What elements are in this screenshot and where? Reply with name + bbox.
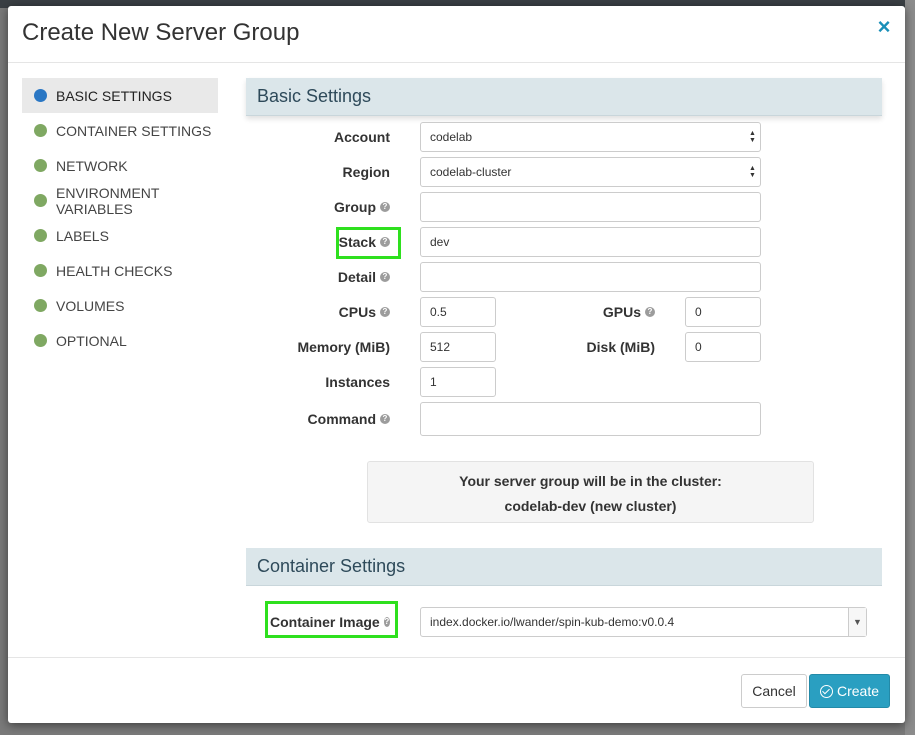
help-icon[interactable]: ? — [380, 272, 390, 282]
help-icon[interactable]: ? — [383, 617, 390, 627]
dot-icon — [34, 159, 47, 172]
command-textarea[interactable] — [420, 402, 761, 436]
detail-label: Detail? — [258, 262, 390, 292]
sidebar-item-label: HEALTH CHECKS — [56, 262, 173, 279]
help-icon[interactable]: ? — [380, 237, 390, 247]
sidebar-item-network[interactable]: NETWORK — [22, 148, 218, 183]
sidebar-item-label: VOLUMES — [56, 297, 125, 314]
cpus-label: CPUs? — [258, 297, 390, 327]
cluster-name: codelab-dev (new cluster) — [504, 498, 677, 514]
container-image-select[interactable]: index.docker.io/lwander/spin-kub-demo:v0… — [420, 607, 867, 637]
container-image-value: index.docker.io/lwander/spin-kub-demo:v0… — [430, 615, 675, 629]
memory-input[interactable]: 512 — [420, 332, 496, 362]
cancel-button[interactable]: Cancel — [741, 674, 807, 708]
command-label: Command? — [258, 402, 390, 436]
sidebar-item-label: ENVIRONMENT VARIABLES — [56, 184, 160, 217]
active-dot-icon — [34, 89, 47, 102]
dot-icon — [34, 299, 47, 312]
gpus-label: GPUs? — [548, 297, 655, 327]
instances-label: Instances — [325, 374, 390, 390]
help-icon[interactable]: ? — [380, 202, 390, 212]
help-icon[interactable]: ? — [380, 414, 390, 424]
select-arrows-icon: ▲ ▼ — [749, 165, 756, 179]
sidebar-item-container-settings[interactable]: CONTAINER SETTINGS — [22, 113, 218, 148]
sidebar-item-volumes[interactable]: VOLUMES — [22, 288, 218, 323]
account-label: Account — [334, 129, 390, 145]
region-select[interactable]: codelab-cluster ▲ ▼ — [420, 157, 761, 187]
instances-input[interactable]: 1 — [420, 367, 496, 397]
sidebar-item-label: BASIC SETTINGS — [56, 87, 172, 104]
select-arrows-icon: ▲ ▼ — [749, 130, 756, 144]
caret-down-icon[interactable]: ▼ — [848, 608, 866, 636]
background-overlay — [905, 0, 915, 735]
close-icon[interactable]: × — [875, 16, 893, 38]
disk-input[interactable]: 0 — [685, 332, 761, 362]
sidebar-item-labels[interactable]: LABELS — [22, 218, 218, 253]
dot-icon — [34, 264, 47, 277]
dot-icon — [34, 229, 47, 242]
stack-input[interactable]: dev — [420, 227, 761, 257]
stack-label: Stack? — [258, 227, 390, 257]
container-image-label: Container Image? — [270, 614, 390, 630]
sidebar-item-label: LABELS — [56, 227, 109, 244]
footer-divider — [8, 657, 905, 658]
cluster-info-box: Your server group will be in the cluster… — [367, 461, 814, 523]
dot-icon — [34, 334, 47, 347]
cpus-input[interactable]: 0.5 — [420, 297, 496, 327]
sidebar-item-label: CONTAINER SETTINGS — [56, 122, 212, 139]
sidebar-item-health-checks[interactable]: HEALTH CHECKS — [22, 253, 218, 288]
detail-input[interactable] — [420, 262, 761, 292]
sidebar-item-basic-settings[interactable]: BASIC SETTINGS — [22, 78, 218, 113]
check-circle-icon — [819, 684, 833, 698]
container-settings-header: Container Settings — [246, 548, 882, 586]
sidebar-item-optional[interactable]: OPTIONAL — [22, 323, 218, 358]
dot-icon — [34, 194, 47, 207]
disk-label: Disk (MiB) — [586, 339, 655, 355]
create-button[interactable]: Create — [809, 674, 890, 708]
sidebar-item-label: OPTIONAL — [56, 332, 127, 349]
sidebar-item-label: NETWORK — [56, 157, 128, 174]
account-value: codelab — [430, 130, 473, 144]
dialog-header: Create New Server Group × — [8, 6, 905, 63]
help-icon[interactable]: ? — [645, 307, 655, 317]
region-label: Region — [342, 164, 390, 180]
create-button-label: Create — [836, 683, 880, 699]
gpus-input[interactable]: 0 — [685, 297, 761, 327]
group-label: Group? — [258, 192, 390, 222]
create-server-group-dialog: Create New Server Group × BASIC SETTINGS… — [8, 6, 905, 723]
dialog-title: Create New Server Group — [22, 19, 300, 46]
wizard-sidebar: BASIC SETTINGS CONTAINER SETTINGS NETWOR… — [22, 78, 218, 358]
memory-label: Memory (MiB) — [297, 339, 390, 355]
group-input[interactable] — [420, 192, 761, 222]
account-select[interactable]: codelab ▲ ▼ — [420, 122, 761, 152]
basic-settings-header: Basic Settings — [246, 78, 882, 116]
dot-icon — [34, 124, 47, 137]
help-icon[interactable]: ? — [380, 307, 390, 317]
sidebar-item-environment-variables[interactable]: ENVIRONMENT VARIABLES — [22, 183, 218, 218]
region-value: codelab-cluster — [430, 165, 512, 179]
cluster-info-text: Your server group will be in the cluster… — [459, 473, 722, 489]
